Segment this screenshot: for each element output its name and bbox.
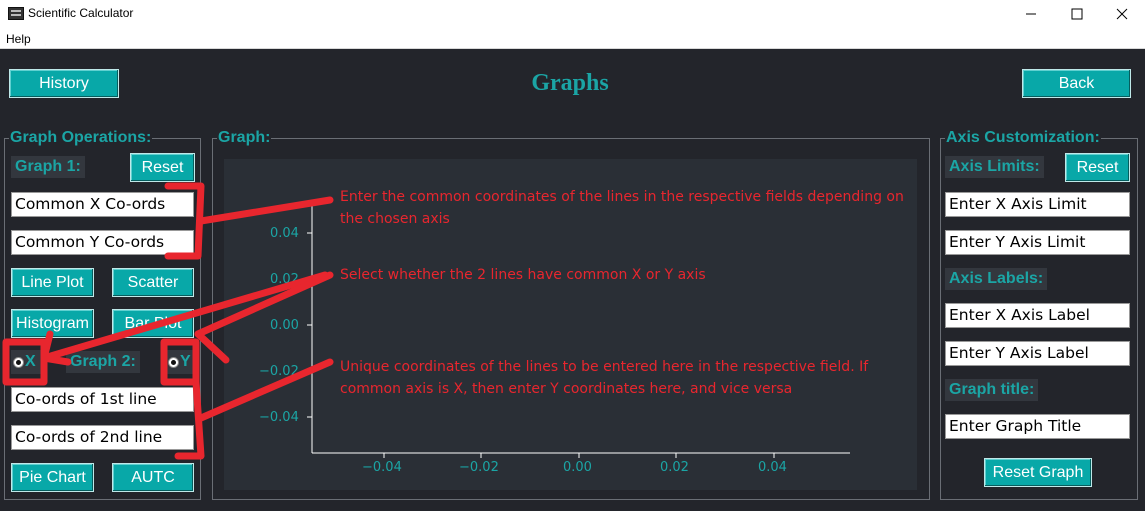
x-tick-label: 0.00	[563, 460, 592, 475]
y-tick-label: 0.02	[270, 272, 299, 287]
y-axis-label-input[interactable]: Enter Y Axis Label	[945, 341, 1130, 366]
x-tick-label: 0.04	[758, 460, 787, 475]
annotation-unique-coords: Unique coordinates of the lines to be en…	[340, 359, 869, 397]
graph-title-label: Graph title:	[945, 379, 1039, 401]
axis-labels-label: Axis Labels:	[945, 268, 1048, 290]
annotation-common-coords: Enter the common coordinates of the line…	[340, 189, 904, 227]
graph-title-input[interactable]: Enter Graph Title	[945, 414, 1130, 439]
x-tick-label: −0.04	[362, 460, 402, 475]
annotation-axis-select: Select whether the 2 lines have common X…	[340, 267, 706, 283]
x-axis-label-input[interactable]: Enter X Axis Label	[945, 303, 1130, 328]
axis-limits-label: Axis Limits:	[945, 156, 1044, 178]
axis-customization-label: Axis Customization:	[945, 129, 1101, 146]
y-tick-label: −0.04	[259, 410, 299, 425]
x-axis-limit-input[interactable]: Enter X Axis Limit	[945, 192, 1130, 217]
axis-reset-button[interactable]: Reset	[1065, 153, 1130, 182]
reset-graph-button[interactable]: Reset Graph	[984, 458, 1092, 487]
y-tick-label: −0.02	[259, 364, 299, 379]
y-tick-label: 0.04	[270, 226, 299, 241]
y-tick-label: 0.00	[270, 318, 299, 333]
x-tick-label: 0.02	[660, 460, 689, 475]
x-tick-label: −0.02	[459, 460, 499, 475]
y-axis-limit-input[interactable]: Enter Y Axis Limit	[945, 230, 1130, 255]
